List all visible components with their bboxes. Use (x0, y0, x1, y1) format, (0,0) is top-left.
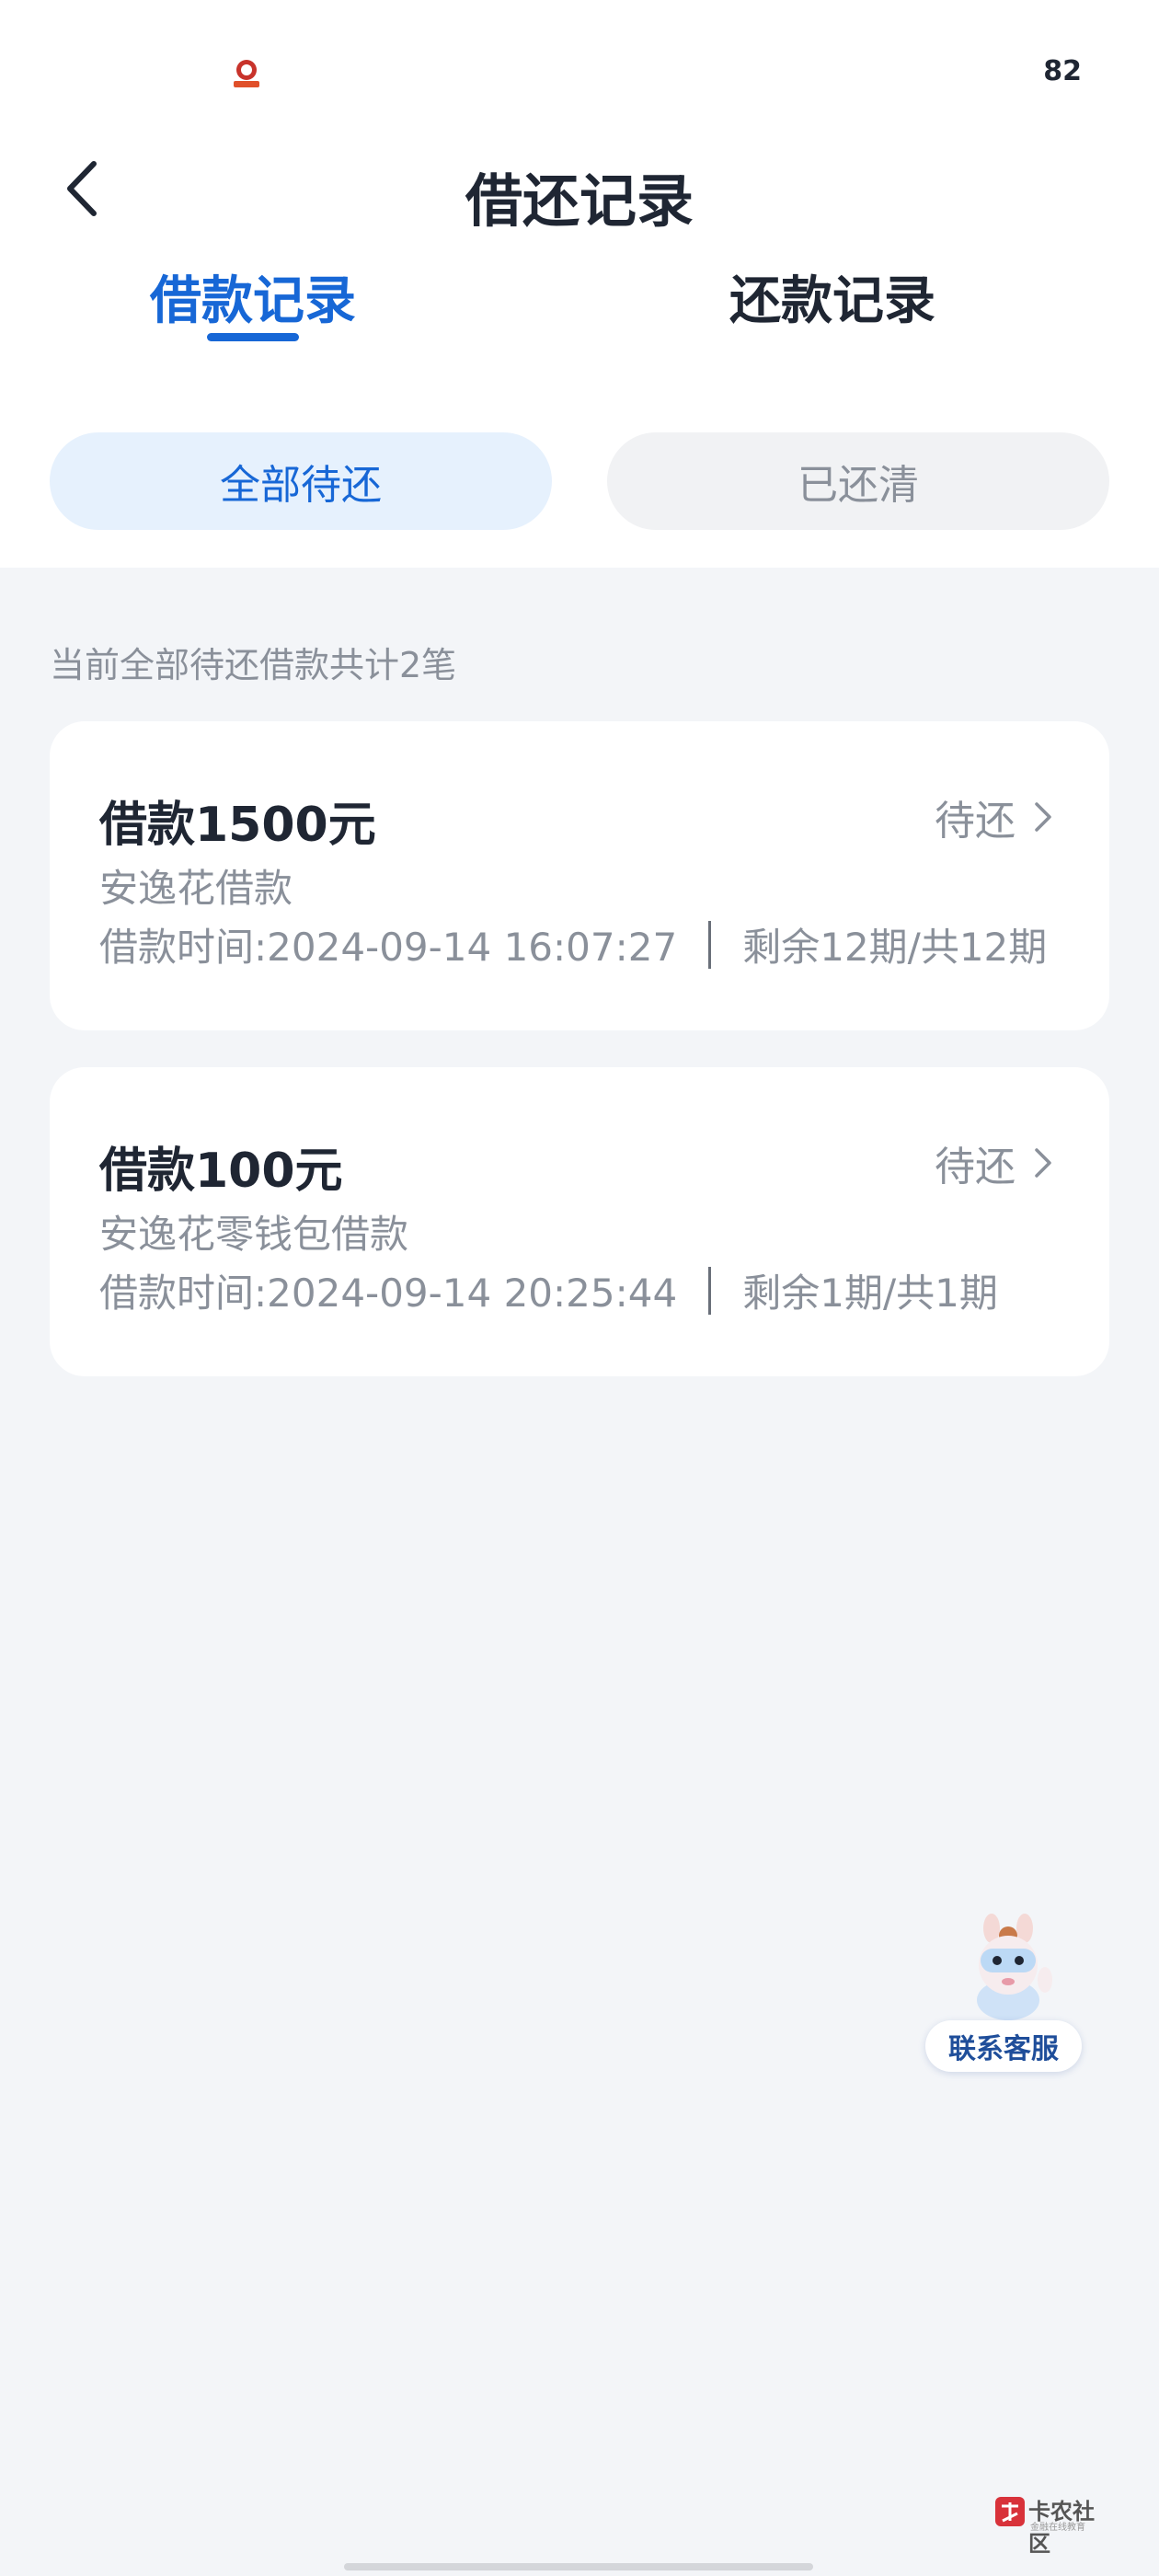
loan-product: 安逸花零钱包借款 (99, 1212, 409, 1257)
header-section: 82 借还记录 借款记录 还款记录 全部待还 已还清 (0, 0, 1159, 568)
loan-status[interactable]: 待还 (935, 788, 1054, 846)
tab-repayment-records[interactable]: 还款记录 (685, 259, 980, 334)
loan-meta: 借款时间:2024-09-14 16:07:27 剩余12期/共12期 (99, 916, 1047, 972)
loan-status[interactable]: 待还 (935, 1133, 1054, 1192)
loan-card[interactable]: 借款1500元 待还 安逸花借款 借款时间:2024-09-14 16:07:2… (50, 721, 1109, 1030)
loan-product: 安逸花借款 (99, 866, 293, 911)
mascot-icon (977, 1914, 1052, 2020)
watermark-logo-icon (995, 2497, 1025, 2526)
record-tabs: 借款记录 还款记录 (0, 239, 1159, 341)
loan-periods: 剩余12期/共12期 (742, 925, 1048, 970)
chevron-right-icon (1035, 802, 1051, 832)
loan-amount: 借款1500元 (99, 798, 376, 853)
pending-summary: 当前全部待还借款共计2笔 (50, 645, 457, 685)
watermark-subtext: 金融在线教育 (1030, 2523, 1085, 2533)
loan-card[interactable]: 借款100元 待还 安逸花零钱包借款 借款时间:2024-09-14 20:25… (50, 1067, 1109, 1376)
loan-meta: 借款时间:2024-09-14 20:25:44 剩余1期/共1期 (99, 1262, 998, 1318)
filter-paid-off[interactable]: 已还清 (607, 432, 1109, 530)
watermark: 卡农社区 金融在线教育 (993, 2493, 1107, 2557)
loan-time: 借款时间:2024-09-14 20:25:44 (99, 1271, 678, 1316)
meta-divider (708, 1266, 712, 1315)
status-bar: 82 (0, 0, 1159, 138)
filter-row: 全部待还 已还清 (50, 432, 1109, 530)
loan-status-label: 待还 (935, 1144, 1016, 1190)
chevron-right-icon (1035, 1148, 1051, 1178)
home-indicator[interactable] (344, 2563, 813, 2570)
loan-amount: 借款100元 (99, 1144, 343, 1199)
nav-bar: 借还记录 (0, 138, 1159, 239)
tab-loan-records[interactable]: 借款记录 (106, 259, 400, 334)
app-notification-icon (234, 60, 259, 87)
loan-time: 借款时间:2024-09-14 16:07:27 (99, 925, 678, 970)
page-title: 借还记录 (465, 167, 694, 235)
customer-service-button[interactable]: 联系客服 (925, 1912, 1082, 2072)
filter-all-pending[interactable]: 全部待还 (50, 432, 552, 530)
customer-service-label: 联系客服 (925, 2020, 1082, 2072)
loan-periods: 剩余1期/共1期 (742, 1271, 998, 1316)
active-tab-indicator (207, 333, 299, 341)
meta-divider (708, 920, 712, 969)
battery-level: 82 (1043, 55, 1082, 87)
loan-status-label: 待还 (935, 798, 1016, 845)
